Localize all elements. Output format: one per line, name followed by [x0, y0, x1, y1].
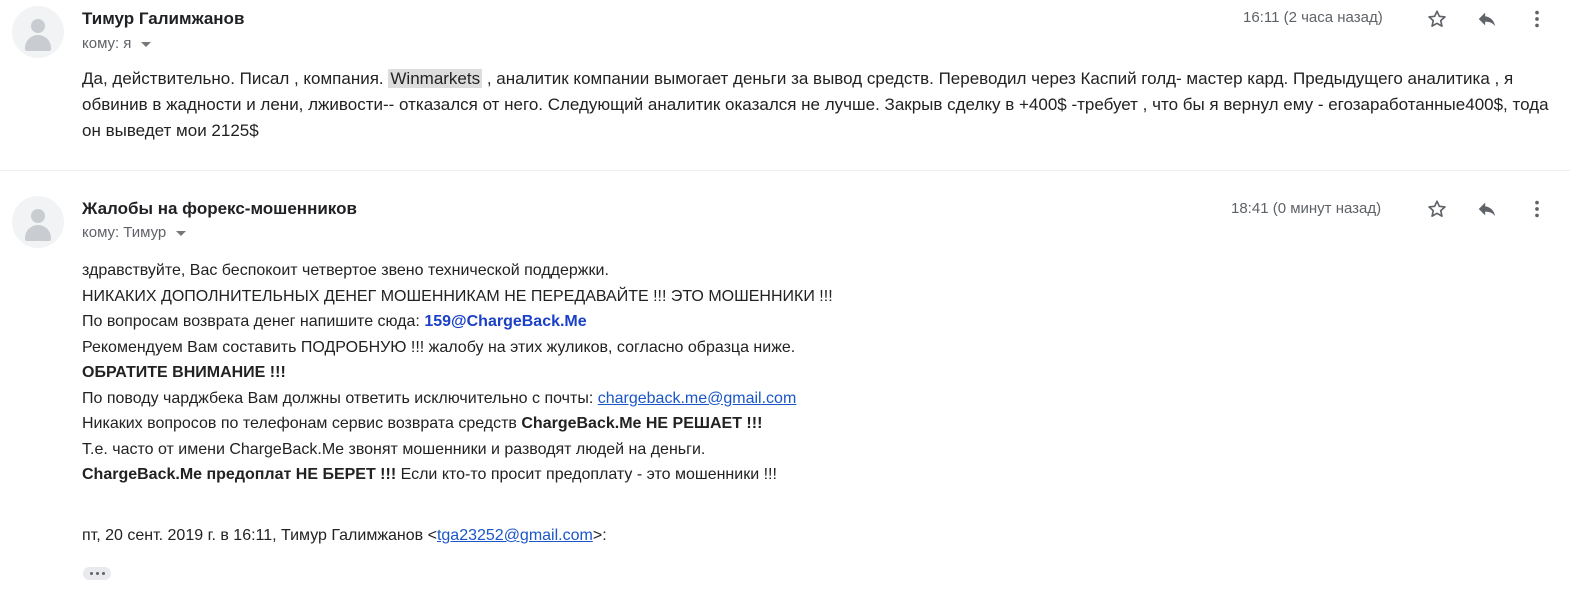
message-time: 18:41 (0 минут назад)	[1231, 200, 1382, 217]
support-email: 159@ChargeBack.Me	[424, 313, 587, 330]
more-vert-icon[interactable]	[1525, 197, 1549, 221]
body-line: Т.е. часто от имени ChargeBack.Me звонят…	[82, 440, 706, 458]
body-line: НИКАКИХ ДОПОЛНИТЕЛЬНЫХ ДЕНЕГ МОШЕННИКАМ …	[82, 287, 833, 305]
body-line: Рекомендуем Вам составить ПОДРОБНУЮ !!! …	[82, 338, 796, 356]
to-name: Тимур	[123, 224, 167, 241]
body-line: ОБРАТИТЕ ВНИМАНИЕ !!!	[82, 364, 286, 381]
avatar	[12, 196, 64, 248]
message-body: здравствуйте, Вас беспокоит четвертое зв…	[82, 258, 1282, 488]
body-line: По поводу чарджбека Вам должны ответить …	[82, 389, 797, 407]
recipients-dropdown[interactable]: кому: Тимур	[82, 224, 187, 241]
star-icon[interactable]	[1425, 197, 1449, 221]
to-prefix: кому:	[82, 224, 120, 241]
email-link[interactable]: tga23252@gmail.com	[437, 527, 593, 544]
body-line: ChargeBack.Me предоплат НЕ БЕРЕТ !!! Есл…	[82, 466, 777, 483]
quote-header: пт, 20 сент. 2019 г. в 16:11, Тимур Гали…	[82, 527, 607, 544]
chevron-down-icon[interactable]	[176, 231, 187, 236]
body-line: По вопросам возврата денег напишите сюда…	[82, 313, 587, 330]
reply-icon[interactable]	[1475, 197, 1499, 221]
body-line: здравствуйте, Вас беспокоит четвертое зв…	[82, 262, 609, 279]
email-link[interactable]: chargeback.me@gmail.com	[598, 390, 797, 407]
sender-name[interactable]: Жалобы на форекс-мошенников	[82, 199, 357, 219]
show-trimmed-content-button[interactable]	[83, 567, 111, 580]
body-line: Никаких вопросов по телефонам сервис воз…	[82, 415, 763, 432]
